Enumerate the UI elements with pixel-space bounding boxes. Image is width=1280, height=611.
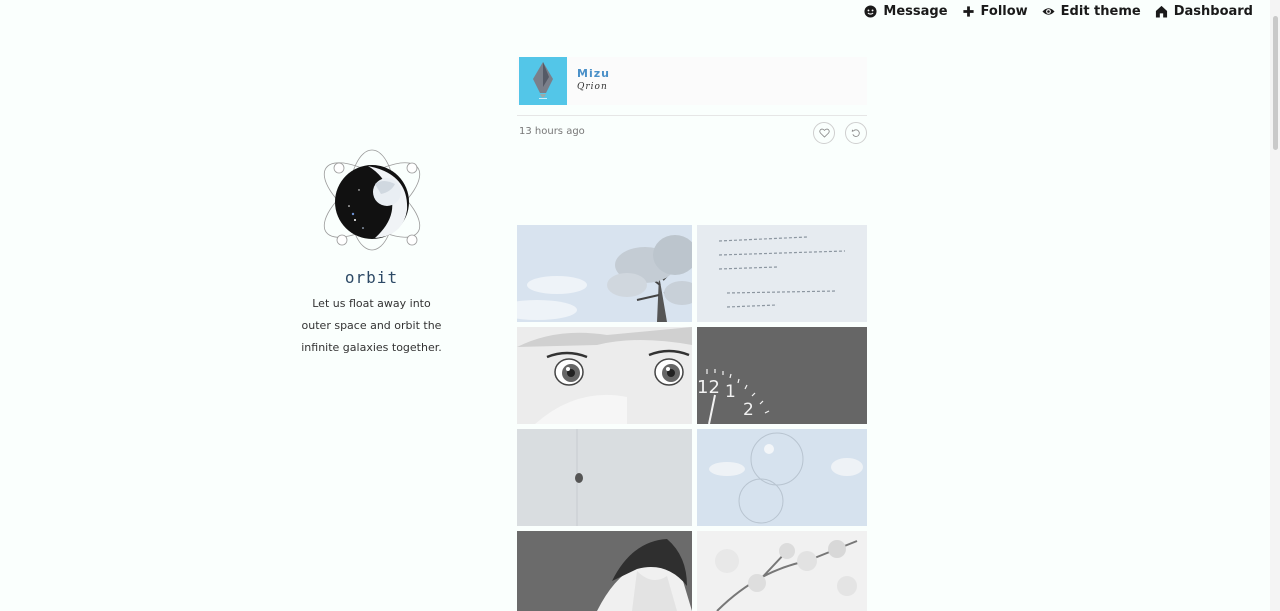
scrollbar-thumb[interactable] — [1273, 16, 1278, 150]
scrollbar[interactable] — [1270, 0, 1280, 611]
message-icon — [864, 4, 877, 18]
message-button[interactable]: Message — [864, 0, 948, 22]
song-artist: Qrion — [577, 82, 608, 92]
photo-cherry-blossoms[interactable] — [697, 531, 867, 611]
like-button[interactable] — [813, 122, 835, 144]
orbit-logo — [323, 149, 420, 251]
svg-text:2: 2 — [743, 400, 754, 420]
edit-theme-button[interactable]: Edit theme — [1042, 0, 1141, 22]
audio-player[interactable]: Mizu Qrion — [517, 57, 867, 105]
heart-icon — [818, 128, 830, 138]
message-label: Message — [883, 3, 948, 19]
reblog-icon — [851, 129, 860, 137]
photo-handwritten-note[interactable] — [697, 225, 867, 322]
edit-theme-label: Edit theme — [1060, 3, 1141, 19]
divider — [517, 115, 867, 116]
dashboard-label: Dashboard — [1173, 3, 1253, 19]
reblog-button[interactable] — [845, 122, 867, 144]
home-icon — [1155, 5, 1167, 18]
description-line: infinite galaxies together. — [301, 341, 442, 354]
photo-clock-face[interactable]: 12 2 1 — [697, 327, 867, 424]
sidebar: orbit Let us float away into outer space… — [300, 148, 443, 359]
photo-anime-boy[interactable] — [517, 531, 692, 611]
photo-grey-wall[interactable] — [517, 429, 692, 526]
blog-description: Let us float away into outer space and o… — [300, 293, 443, 359]
blog-title: orbit — [344, 268, 399, 287]
photo-blossom-tree[interactable] — [517, 225, 692, 322]
description-line: Let us float away into — [312, 297, 431, 310]
photo-anime-eyes[interactable] — [517, 327, 692, 424]
follow-label: Follow — [980, 3, 1028, 19]
svg-text:12: 12 — [697, 377, 720, 398]
eye-icon — [1042, 7, 1055, 15]
album-art[interactable] — [519, 57, 567, 105]
photo-bubbles-sky[interactable] — [697, 429, 867, 526]
svg-text:1: 1 — [725, 382, 736, 402]
post-timestamp[interactable]: 13 hours ago — [519, 126, 585, 137]
description-line: outer space and orbit the — [301, 319, 442, 332]
dashboard-button[interactable]: Dashboard — [1155, 0, 1253, 22]
follow-button[interactable]: Follow — [962, 0, 1028, 22]
top-nav: Message Follow Edit theme Dashboard — [864, 0, 1253, 22]
plus-icon — [962, 5, 974, 17]
song-title[interactable]: Mizu — [577, 67, 610, 80]
